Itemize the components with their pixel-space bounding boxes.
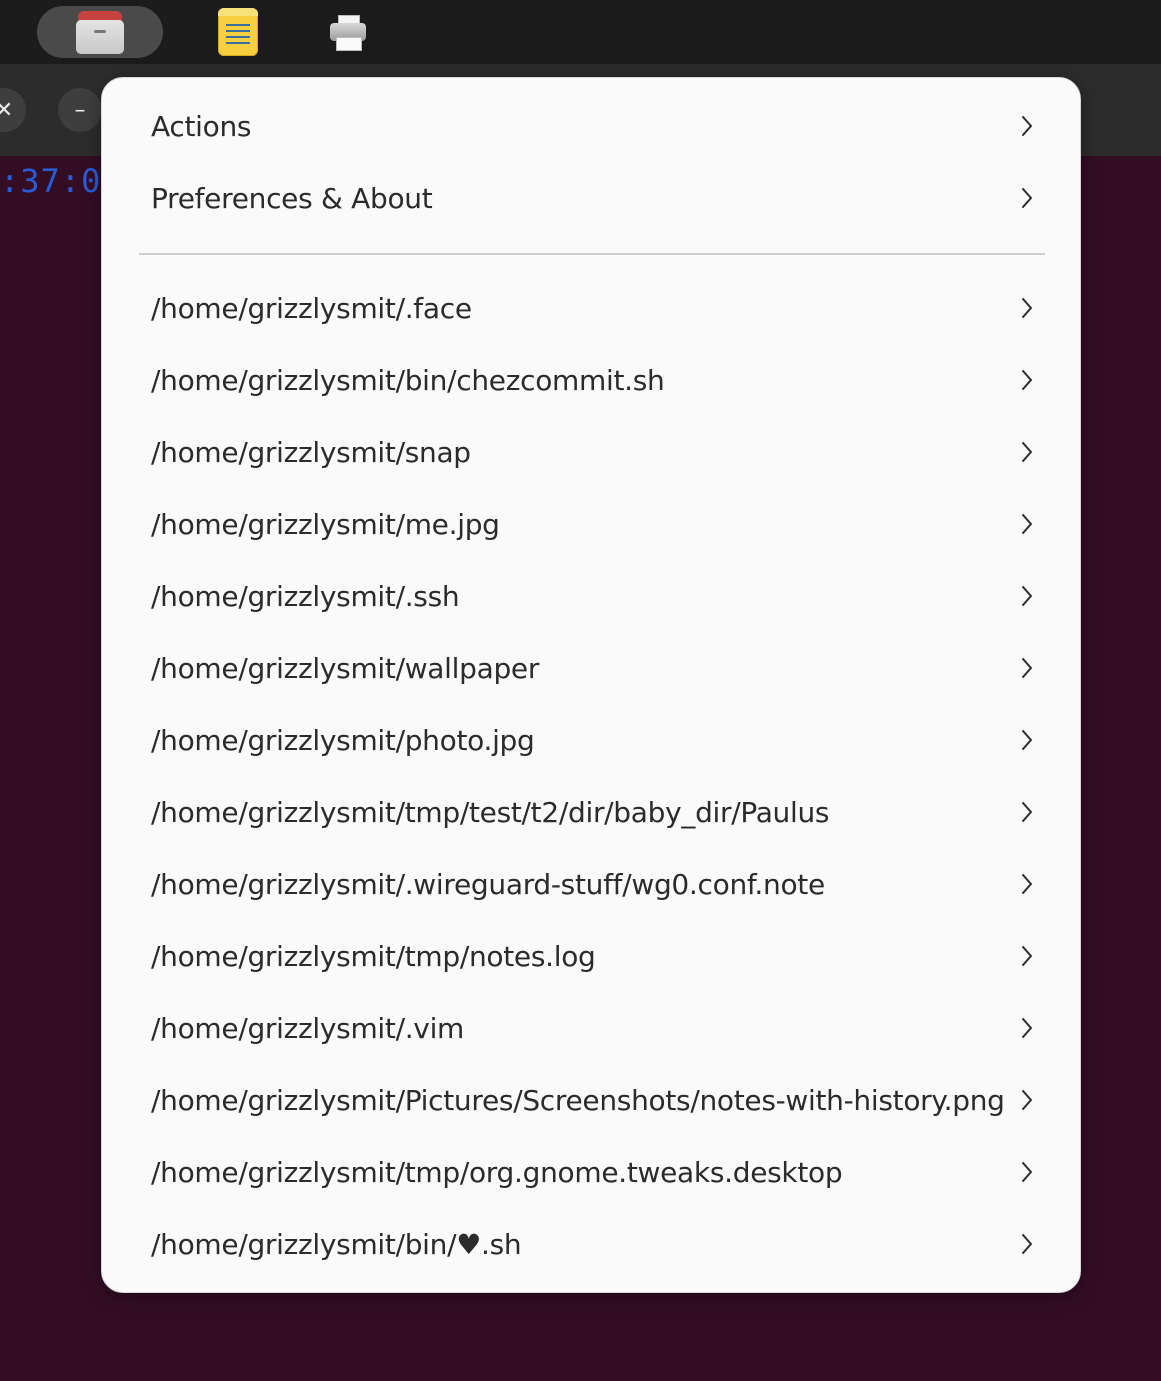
recent-file-item[interactable]: /home/grizzlysmit/tmp/org.gnome.tweaks.d…	[139, 1136, 1042, 1208]
chevron-right-icon	[1012, 1229, 1042, 1259]
files-icon	[76, 11, 124, 54]
menu-item-label: Preferences & About	[151, 181, 433, 215]
chevron-right-icon	[1012, 1013, 1042, 1043]
recent-file-label: /home/grizzlysmit/.ssh	[151, 579, 460, 613]
chevron-right-icon	[1012, 797, 1042, 827]
recent-file-item[interactable]: /home/grizzlysmit/.vim	[139, 992, 1042, 1064]
recent-file-item[interactable]: /home/grizzlysmit/tmp/test/t2/dir/baby_d…	[139, 776, 1042, 848]
top-dock	[0, 0, 1161, 66]
chevron-right-icon	[1012, 293, 1042, 323]
recent-file-item[interactable]: /home/grizzlysmit/.wireguard-stuff/wg0.c…	[139, 848, 1042, 920]
chevron-right-icon	[1012, 869, 1042, 899]
chevron-right-icon	[1012, 1157, 1042, 1187]
recent-file-label: /home/grizzlysmit/.vim	[151, 1011, 465, 1045]
recent-file-item[interactable]: /home/grizzlysmit/me.jpg	[139, 488, 1042, 560]
recent-file-label: /home/grizzlysmit/me.jpg	[151, 507, 500, 541]
notes-icon	[218, 8, 258, 56]
recent-file-item[interactable]: /home/grizzlysmit/bin/♥.sh	[139, 1208, 1042, 1280]
close-button[interactable]: ✕	[0, 88, 26, 132]
notes-app-button[interactable]	[210, 6, 266, 58]
recent-file-label: /home/grizzlysmit/tmp/test/t2/dir/baby_d…	[151, 795, 830, 829]
recent-file-label: /home/grizzlysmit/tmp/org.gnome.tweaks.d…	[151, 1155, 843, 1189]
recent-file-label: /home/grizzlysmit/bin/♥.sh	[151, 1227, 522, 1261]
printer-icon	[330, 15, 366, 51]
menu-separator	[139, 253, 1045, 255]
recent-file-label: /home/grizzlysmit/wallpaper	[151, 651, 540, 685]
minimize-button[interactable]: –	[58, 88, 102, 132]
chevron-right-icon	[1012, 653, 1042, 683]
recent-file-label: /home/grizzlysmit/photo.jpg	[151, 723, 535, 757]
close-icon: ✕	[0, 97, 14, 123]
recent-file-item[interactable]: /home/grizzlysmit/.face	[139, 272, 1042, 344]
recent-file-label: /home/grizzlysmit/bin/chezcommit.sh	[151, 363, 665, 397]
recent-file-item[interactable]: /home/grizzlysmit/.ssh	[139, 560, 1042, 632]
menu-item-preferences-about[interactable]: Preferences & About	[139, 162, 1042, 234]
chevron-right-icon	[1012, 725, 1042, 755]
chevron-right-icon	[1012, 509, 1042, 539]
chevron-right-icon	[1012, 581, 1042, 611]
chevron-right-icon	[1012, 183, 1042, 213]
recent-file-label: /home/grizzlysmit/.face	[151, 291, 472, 325]
terminal-text-fragment: :37:0	[0, 162, 102, 200]
recent-file-item[interactable]: /home/grizzlysmit/bin/chezcommit.sh	[139, 344, 1042, 416]
chevron-right-icon	[1012, 111, 1042, 141]
recent-file-label: /home/grizzlysmit/tmp/notes.log	[151, 939, 596, 973]
files-app-button[interactable]	[37, 6, 163, 58]
printer-app-button[interactable]	[318, 6, 378, 58]
recent-file-item[interactable]: /home/grizzlysmit/Pictures/Screenshots/n…	[139, 1064, 1042, 1136]
recent-file-label: /home/grizzlysmit/.wireguard-stuff/wg0.c…	[151, 867, 825, 901]
recent-file-item[interactable]: /home/grizzlysmit/photo.jpg	[139, 704, 1042, 776]
chevron-right-icon	[1012, 941, 1042, 971]
main-menu-popover: Actions Preferences & About /home/grizzl…	[101, 77, 1081, 1293]
recent-file-item[interactable]: /home/grizzlysmit/tmp/notes.log	[139, 920, 1042, 992]
menu-item-actions[interactable]: Actions	[139, 90, 1042, 162]
chevron-right-icon	[1012, 437, 1042, 467]
recent-file-label: /home/grizzlysmit/snap	[151, 435, 471, 469]
recent-file-item[interactable]: /home/grizzlysmit/wallpaper	[139, 632, 1042, 704]
recent-file-label: /home/grizzlysmit/Pictures/Screenshots/n…	[151, 1083, 1005, 1117]
chevron-right-icon	[1012, 365, 1042, 395]
recent-file-item[interactable]: /home/grizzlysmit/snap	[139, 416, 1042, 488]
minimize-icon: –	[74, 97, 86, 123]
menu-item-label: Actions	[151, 109, 252, 143]
chevron-right-icon	[1012, 1085, 1042, 1115]
